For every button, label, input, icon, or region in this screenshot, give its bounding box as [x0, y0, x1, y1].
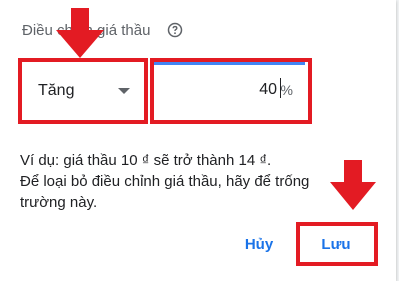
cancel-button[interactable]: Hủy: [230, 230, 288, 258]
help-circle-icon[interactable]: [167, 22, 183, 38]
help-line-example: Ví dụ: giá thầu 10 ₫ sẽ trở thành 14 ₫.: [20, 152, 272, 169]
bid-adjustment-dialog: Điều chỉnh giá thầu Tăng 40 % Ví dụ: giá…: [0, 0, 396, 281]
adjustment-type-value: Tăng: [38, 82, 75, 99]
percent-unit: %: [280, 82, 293, 98]
help-line-remove-1: Để loại bỏ điều chỉnh giá thầu, hãy để t…: [20, 173, 310, 190]
dialog-title: Điều chỉnh giá thầu: [22, 22, 151, 39]
save-button[interactable]: Lưu: [304, 230, 368, 258]
percentage-value: 40: [259, 81, 277, 98]
percentage-input[interactable]: 40 %: [154, 62, 305, 119]
adjustment-type-select[interactable]: Tăng: [22, 62, 141, 120]
help-line-remove-2: trường này.: [20, 194, 98, 211]
dropdown-caret-icon: [118, 88, 130, 94]
help-text: Ví dụ: giá thầu 10 ₫ sẽ trở thành 14 ₫. …: [20, 150, 390, 213]
